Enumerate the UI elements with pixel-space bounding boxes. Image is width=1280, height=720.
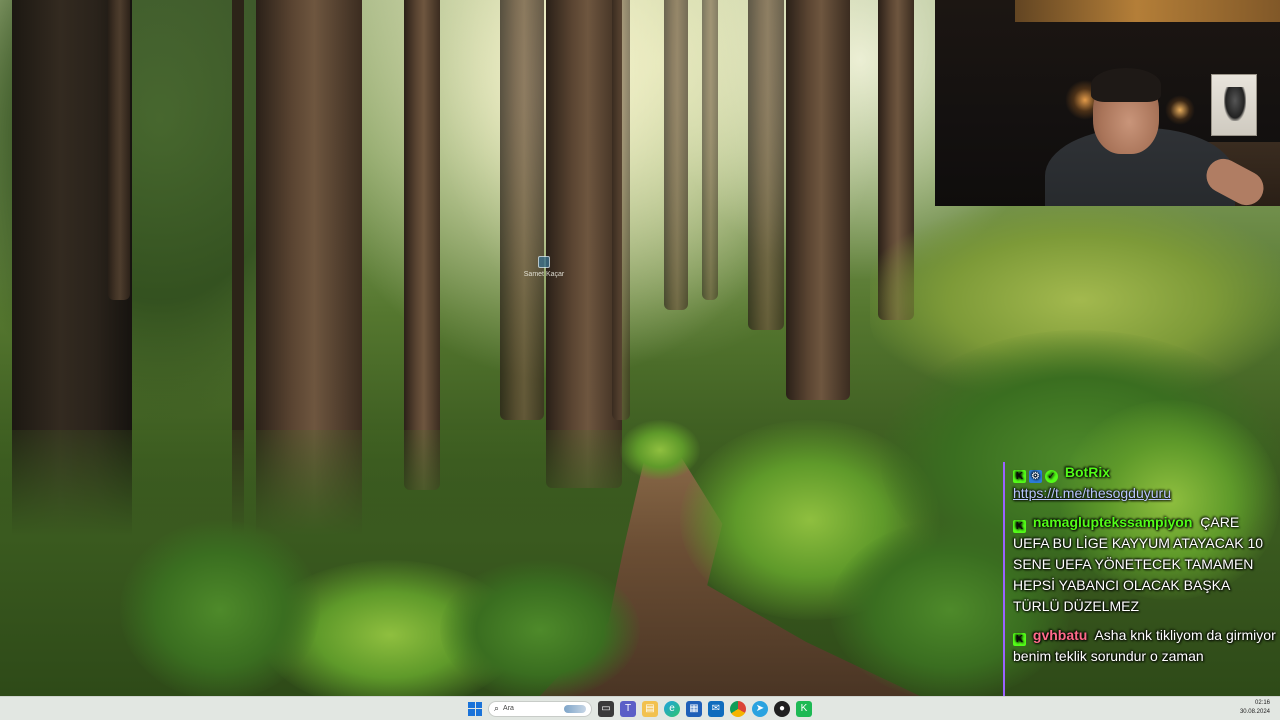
verified-badge-icon: ✓	[1045, 470, 1058, 483]
webcam-lamp	[1165, 95, 1195, 125]
taskbar-search[interactable]: ⌕ Ara	[488, 700, 592, 717]
wallpaper-tree-trunk	[500, 0, 544, 420]
chat-username[interactable]: gvhbatu	[1033, 627, 1087, 643]
wallpaper-tree-trunk	[108, 0, 130, 300]
webcam-overlay	[935, 0, 1280, 206]
kick-badge-icon: K	[1013, 633, 1026, 646]
kick-badge-icon: K	[1013, 520, 1026, 533]
wallpaper-fern	[120, 520, 320, 696]
chrome-icon[interactable]	[730, 700, 746, 717]
kick-app-icon[interactable]: K	[796, 700, 812, 717]
search-placeholder: Ara	[503, 705, 514, 712]
clock-time: 02:16	[1254, 700, 1270, 706]
teams-icon[interactable]: T	[620, 700, 636, 717]
obs-icon[interactable]: ●	[774, 700, 790, 717]
chat-link[interactable]: https://t.me/thesogduyuru	[1013, 485, 1171, 501]
wallpaper-fern	[440, 560, 640, 696]
windows-start-icon[interactable]	[468, 701, 482, 716]
kick-badge-icon: K	[1013, 470, 1026, 483]
webcam-person-hair	[1091, 68, 1161, 102]
taskbar: ⌕ Ara ▭ T ▤ e ▦ ✉ ➤ ● K 02:16 30.08.2024	[0, 696, 1280, 720]
telegram-icon[interactable]: ➤	[752, 700, 768, 717]
webcam-ceiling-light	[1015, 0, 1280, 22]
stream-chat-overlay: K ⚙ ✓ BotRix https://t.me/thesogduyuru K n…	[1003, 462, 1280, 696]
edge-icon[interactable]: e	[664, 700, 680, 717]
task-view-icon[interactable]: ▭	[598, 700, 614, 717]
chat-message: K ⚙ ✓ BotRix https://t.me/thesogduyuru	[1013, 462, 1276, 504]
wallpaper-tree-trunk	[702, 0, 718, 300]
wallpaper-fern	[620, 420, 700, 480]
wallpaper-tree-trunk	[664, 0, 688, 310]
file-explorer-icon[interactable]: ▤	[642, 700, 658, 717]
store-icon[interactable]: ▦	[686, 700, 702, 717]
mail-icon[interactable]: ✉	[708, 700, 724, 717]
chat-message: K namagluptekssampiyon ÇARE UEFA BU LİGE…	[1013, 512, 1276, 617]
shortcut-icon	[538, 256, 550, 268]
wallpaper-tree-trunk	[748, 0, 784, 330]
taskbar-apps: ⌕ Ara ▭ T ▤ e ▦ ✉ ➤ ● K	[468, 700, 812, 717]
system-clock[interactable]: 02:16 30.08.2024	[1240, 699, 1270, 717]
bot-badge-icon: ⚙	[1029, 470, 1042, 483]
clock-date: 30.08.2024	[1239, 709, 1270, 715]
wallpaper-tree-trunk	[786, 0, 850, 400]
search-icon: ⌕	[494, 703, 500, 713]
wallpaper-tree-trunk	[546, 0, 622, 488]
wallpaper-tree-trunk	[404, 0, 440, 490]
chat-message: K gvhbatu Asha knk tikliyom da girmiyor …	[1013, 625, 1276, 667]
desktop-shortcut-label: Samet Kaçar	[523, 271, 565, 278]
chat-username[interactable]: BotRix	[1065, 464, 1110, 480]
chat-username[interactable]: namagluptekssampiyon	[1033, 514, 1193, 530]
desktop-shortcut[interactable]: Samet Kaçar	[524, 256, 564, 288]
webcam-wolf-poster	[1211, 74, 1257, 136]
search-highlight-icon	[564, 704, 586, 713]
wallpaper-tree-trunk	[612, 0, 630, 420]
